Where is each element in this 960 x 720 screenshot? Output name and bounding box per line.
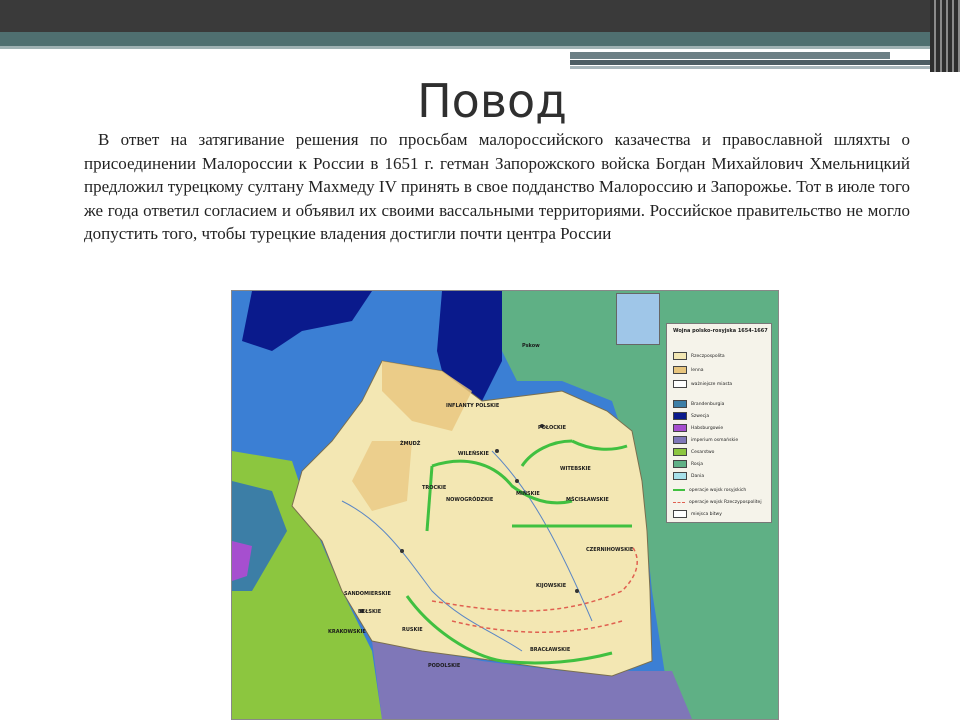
legend-item: Rzeczpospolita (673, 352, 725, 360)
map-label: ŻMUDŹ (400, 441, 421, 447)
decor-right-stripes (930, 0, 960, 72)
map-legend: Wojna polsko-rosyjska 1654-1667 Rzeczpos… (666, 323, 772, 523)
map-label: RUSKIE (402, 627, 423, 633)
map-label: NOWOGRÓDZKIE (446, 497, 494, 503)
slide-title: Повод (417, 74, 567, 128)
map-label: POŁOCKIE (538, 425, 567, 431)
historical-map: Wojna polsko-rosyjska 1654-1667 Rzeczpos… (231, 290, 779, 720)
slide-body-text: В ответ на затягивание решения по просьб… (84, 128, 910, 246)
legend-item: miejsca bitwy (673, 510, 722, 518)
legend-item: operacje wojsk Rzeczypospolitej (673, 498, 762, 506)
header-teal-bar (0, 32, 960, 46)
legend-item: Brandenburgia (673, 400, 724, 408)
map-label: MIŃSKIE (516, 491, 540, 497)
map-inset (616, 293, 660, 345)
legend-item: Dania (673, 472, 704, 480)
legend-item: Szwecja (673, 412, 709, 420)
body-paragraph: В ответ на затягивание решения по просьб… (84, 130, 910, 243)
map-label: SANDOMIERSKIE (344, 591, 391, 597)
map-label: KIJOWSKIE (536, 583, 567, 589)
map-label: WILEŃSKIE (458, 451, 489, 457)
map-label: MŚCISŁAWSKIE (566, 497, 609, 503)
map-label: WITEBSKIE (560, 466, 591, 472)
map-label: PODOLSKIE (428, 663, 461, 669)
decor-strip (570, 52, 890, 59)
legend-item: imperium osmańskie (673, 436, 738, 444)
map-label: INFLANTY POLSKIE (446, 403, 500, 409)
legend-item: operacje wojsk rosyjskich (673, 486, 746, 494)
legend-item: lenna (673, 366, 703, 374)
map-label: CZERNIHOWSKIE (586, 547, 634, 553)
legend-item: ważniejsze miasta (673, 380, 732, 388)
map-label: Pskow (522, 343, 540, 349)
map-label: KRAKOWSKIE (328, 629, 366, 635)
header-underline (0, 46, 960, 49)
legend-item: Habsburgowie (673, 424, 723, 432)
decor-strip (570, 60, 950, 65)
legend-title: Wojna polsko-rosyjska 1654-1667 (673, 328, 768, 334)
map-label: BEŁSKIE (358, 609, 382, 615)
decor-strip (570, 66, 960, 69)
legend-item: Cesarstwo (673, 448, 714, 456)
map-label: BRACŁAWSKIE (530, 647, 571, 653)
map-label: TROCKIE (422, 485, 447, 491)
top-dark-band (0, 0, 960, 32)
legend-item: Rosja (673, 460, 703, 468)
